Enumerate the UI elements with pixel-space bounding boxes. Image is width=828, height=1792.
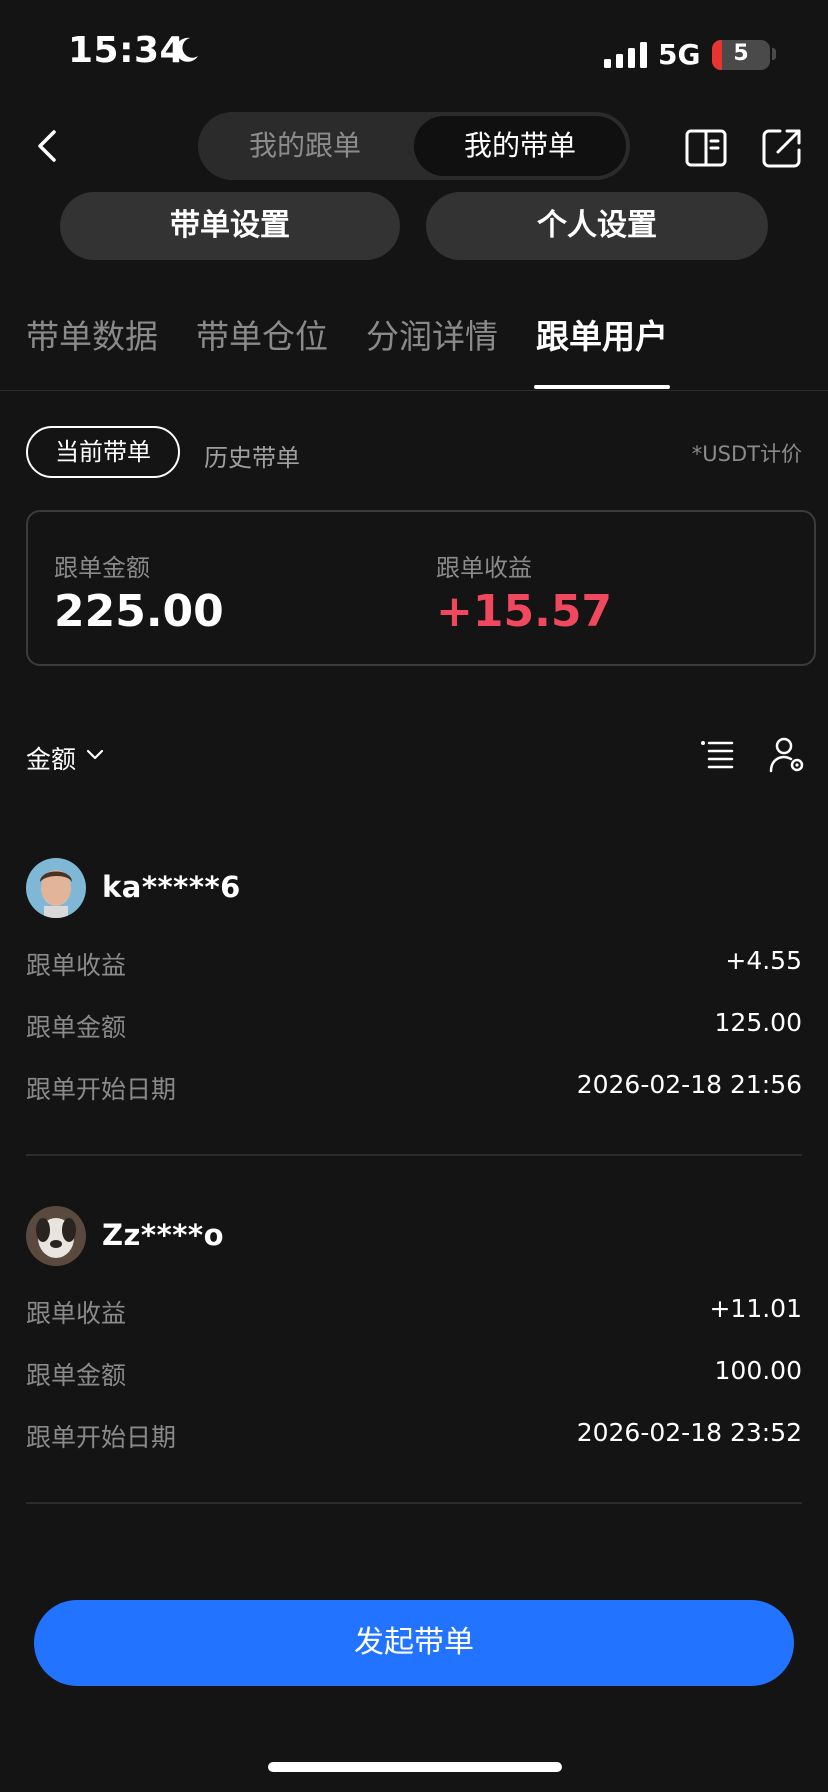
battery-level: 5 (733, 41, 749, 66)
follower-profit-label: 跟单收益 (26, 1299, 127, 1328)
moon-icon (175, 37, 198, 62)
follower-amount-value: 100.00 (714, 1356, 802, 1385)
status-time: 15:34 (68, 30, 186, 71)
user-gear-icon[interactable] (768, 736, 806, 774)
summary-profit-label: 跟单收益 (436, 554, 532, 582)
avatar[interactable] (26, 858, 86, 918)
list-divider (26, 1154, 802, 1156)
home-indicator[interactable] (268, 1762, 562, 1772)
battery-tip (772, 48, 776, 60)
signal-icon (604, 42, 647, 68)
segment-control: 我的跟单 我的带单 (198, 112, 630, 180)
avatar[interactable] (26, 1206, 86, 1266)
tab-followers[interactable]: 跟单用户 (536, 310, 668, 358)
list-icon[interactable] (700, 738, 734, 772)
follower-profit-value: +11.01 (709, 1294, 802, 1323)
follower-start-label: 跟单开始日期 (26, 1423, 177, 1452)
follower-amount-label: 跟单金额 (26, 1013, 127, 1042)
filter-current[interactable]: 当前带单 (26, 426, 180, 478)
chevron-down-icon[interactable] (86, 748, 104, 762)
unit-note: *USDT计价 (691, 442, 802, 466)
share-icon[interactable] (760, 126, 804, 170)
follower-start-value: 2026-02-18 23:52 (576, 1418, 802, 1447)
follower-name: ka*****6 (102, 870, 241, 904)
summary-amount-value: 225.00 (54, 586, 224, 637)
personal-settings-button[interactable]: 个人设置 (426, 192, 768, 260)
segment-my-follow[interactable]: 我的跟单 (198, 112, 412, 180)
follower-profit-label: 跟单收益 (26, 951, 127, 980)
tab-lead-data[interactable]: 带单数据 (26, 310, 158, 358)
tabs-divider (0, 390, 828, 391)
follower-name: Zz****o (102, 1218, 224, 1252)
follower-amount-label: 跟单金额 (26, 1361, 127, 1390)
network-type: 5G (658, 38, 701, 71)
active-tab-indicator (534, 385, 670, 389)
sort-dropdown[interactable]: 金额 (26, 740, 76, 776)
start-lead-button[interactable]: 发起带单 (34, 1600, 794, 1686)
follower-start-label: 跟单开始日期 (26, 1075, 177, 1104)
tab-lead-positions[interactable]: 带单仓位 (196, 310, 328, 358)
avatar-image (26, 858, 86, 918)
lead-settings-button[interactable]: 带单设置 (60, 192, 400, 260)
book-icon[interactable] (684, 126, 728, 170)
follower-profit-value: +4.55 (725, 946, 802, 975)
segment-my-lead[interactable]: 我的带单 (414, 116, 626, 176)
chevron-left-icon[interactable] (30, 126, 66, 166)
follower-start-value: 2026-02-18 21:56 (576, 1070, 802, 1099)
filter-history[interactable]: 历史带单 (204, 438, 300, 473)
summary-card: 跟单金额 225.00 跟单收益 +15.57 (26, 510, 816, 666)
list-divider (26, 1502, 802, 1504)
avatar-image (26, 1206, 86, 1266)
battery-icon: 5 (712, 40, 770, 70)
summary-profit-value: +15.57 (436, 586, 613, 637)
follower-amount-value: 125.00 (714, 1008, 802, 1037)
summary-amount-label: 跟单金额 (54, 554, 150, 582)
tab-profit-share[interactable]: 分润详情 (366, 310, 498, 358)
